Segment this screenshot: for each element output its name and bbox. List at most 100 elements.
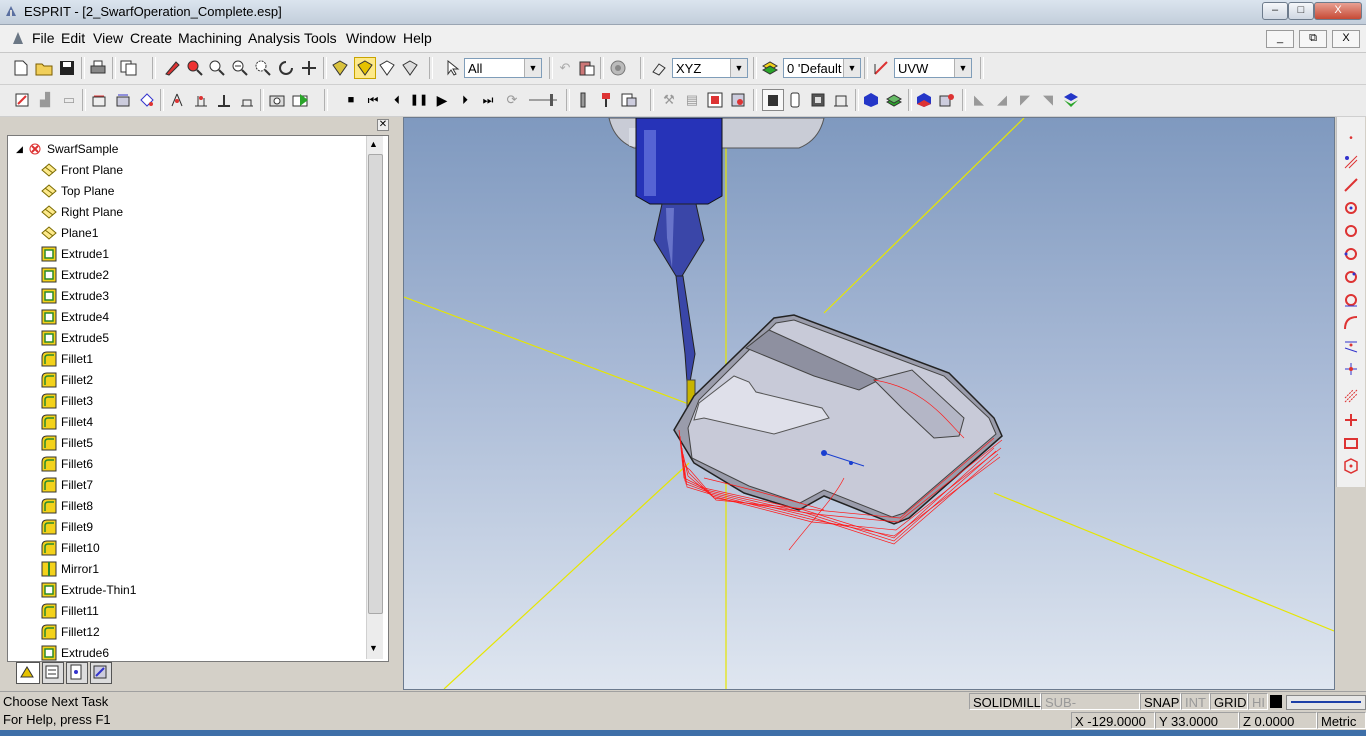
- zoom-out-icon[interactable]: [231, 59, 249, 77]
- zoom-window-icon[interactable]: [186, 59, 204, 77]
- tree-item[interactable]: Fillet2: [8, 370, 358, 391]
- operation-icon-1[interactable]: [13, 91, 31, 109]
- open-folder-icon[interactable]: [35, 59, 53, 77]
- mdi-restore-button[interactable]: ⧉: [1299, 30, 1327, 48]
- tool-holder-icon[interactable]: [597, 91, 615, 109]
- feature-icon-2[interactable]: ◢: [993, 91, 1011, 109]
- tree-item[interactable]: Extrude-Thin1: [8, 580, 358, 601]
- int-indicator[interactable]: INT: [1181, 693, 1210, 710]
- view-icon-4[interactable]: [832, 91, 850, 109]
- tree-item[interactable]: Fillet9: [8, 517, 358, 538]
- loop-icon[interactable]: ⟳: [503, 91, 521, 109]
- save-icon[interactable]: [58, 59, 76, 77]
- menu-edit[interactable]: Edit: [61, 30, 85, 46]
- machine-icon-4[interactable]: [729, 91, 747, 109]
- tree-item[interactable]: Extrude5: [8, 328, 358, 349]
- toolpath-icon-1[interactable]: [90, 91, 108, 109]
- fast-forward-icon[interactable]: ⏭: [479, 91, 497, 109]
- tree-item[interactable]: Fillet4: [8, 412, 358, 433]
- menu-help[interactable]: Help: [403, 30, 432, 46]
- print-icon[interactable]: [89, 59, 107, 77]
- circle-tangent2-icon[interactable]: [1342, 291, 1360, 309]
- pause-icon[interactable]: ❚❚: [410, 91, 428, 109]
- layers-icon[interactable]: [761, 59, 779, 77]
- hi-indicator[interactable]: HI: [1248, 693, 1268, 710]
- tree-item[interactable]: Fillet12: [8, 622, 358, 643]
- tree-item[interactable]: Fillet6: [8, 454, 358, 475]
- tree-item[interactable]: Fillet1: [8, 349, 358, 370]
- tree-item[interactable]: Top Plane: [8, 181, 358, 202]
- part-view-icon-1[interactable]: [862, 91, 880, 109]
- select-pen-icon[interactable]: [163, 59, 181, 77]
- menu-view[interactable]: View: [93, 30, 123, 46]
- toolpath-icon-2[interactable]: [114, 91, 132, 109]
- work-plane-icon[interactable]: [650, 59, 668, 77]
- view-icon-2[interactable]: [786, 91, 804, 109]
- pattern-icon[interactable]: [1342, 153, 1360, 171]
- tree-item[interactable]: Fillet3: [8, 391, 358, 412]
- color-swatch[interactable]: [1270, 695, 1282, 708]
- stop-icon[interactable]: ■: [342, 91, 360, 109]
- view-icon-3[interactable]: [809, 91, 827, 109]
- grid-indicator[interactable]: GRID: [1210, 693, 1248, 710]
- toolpath-display-icon[interactable]: [620, 91, 638, 109]
- selection-filter-dropdown[interactable]: All ▼: [464, 58, 542, 78]
- tool-display-icon[interactable]: [574, 91, 592, 109]
- graphics-viewport[interactable]: [403, 117, 1335, 690]
- scroll-down-icon[interactable]: ▼: [369, 643, 378, 653]
- menu-window[interactable]: Window: [346, 30, 396, 46]
- tree-item[interactable]: Extrude4: [8, 307, 358, 328]
- mdi-minimize-button[interactable]: _: [1266, 30, 1294, 48]
- arc-icon[interactable]: [1342, 314, 1360, 332]
- undo-icon[interactable]: ↶: [556, 59, 574, 77]
- stop-record-icon[interactable]: [609, 59, 627, 77]
- part-view-icon-2[interactable]: [885, 91, 903, 109]
- tool-icon-4[interactable]: [238, 91, 256, 109]
- machine-icon-1[interactable]: ⚒: [660, 91, 678, 109]
- tree-item[interactable]: Front Plane: [8, 160, 358, 181]
- tree-item[interactable]: Fillet8: [8, 496, 358, 517]
- segment-icon[interactable]: [1342, 337, 1360, 355]
- point-icon[interactable]: •: [1342, 130, 1360, 148]
- tab-operations[interactable]: [42, 662, 64, 684]
- document-icon[interactable]: [10, 30, 26, 46]
- tool-icon-3[interactable]: [215, 91, 233, 109]
- mode-indicator[interactable]: SOLIDMILL: [969, 693, 1041, 710]
- tab-project-manager[interactable]: [16, 662, 40, 684]
- menu-file[interactable]: File: [32, 30, 55, 46]
- snap-indicator[interactable]: SNAP: [1140, 693, 1181, 710]
- machine-icon-3[interactable]: [706, 91, 724, 109]
- toolpath-icon-3[interactable]: [138, 91, 156, 109]
- pan-icon[interactable]: [300, 59, 318, 77]
- copy-icon[interactable]: [120, 59, 138, 77]
- part-view-icon-3[interactable]: [915, 91, 933, 109]
- minimize-button[interactable]: –: [1262, 2, 1288, 20]
- pointer-icon[interactable]: [444, 59, 462, 77]
- close-button[interactable]: X: [1314, 2, 1362, 20]
- circle-tangent-icon[interactable]: [1342, 199, 1360, 217]
- circle-icon[interactable]: [1342, 222, 1360, 240]
- zoom-fit-icon[interactable]: [254, 59, 272, 77]
- tree-root[interactable]: ◢ SwarfSample: [8, 139, 358, 160]
- scroll-up-icon[interactable]: ▲: [369, 139, 378, 149]
- line-icon[interactable]: [1342, 176, 1360, 194]
- menu-tools[interactable]: Tools: [304, 30, 337, 46]
- mdi-close-button[interactable]: X: [1332, 30, 1360, 48]
- tree-item[interactable]: Right Plane: [8, 202, 358, 223]
- tab-features[interactable]: [66, 662, 88, 684]
- feature-icon-5[interactable]: [1062, 91, 1080, 109]
- hidden-line-icon[interactable]: [401, 59, 419, 77]
- shaded-icon[interactable]: [331, 59, 349, 77]
- tool-icon-2[interactable]: [192, 91, 210, 109]
- wireframe-icon[interactable]: [378, 59, 396, 77]
- rewind-icon[interactable]: ⏮: [364, 91, 382, 109]
- scrollbar-thumb[interactable]: [368, 154, 383, 614]
- tree-item[interactable]: Fillet7: [8, 475, 358, 496]
- tree-item[interactable]: Extrude1: [8, 244, 358, 265]
- new-file-icon[interactable]: [12, 59, 30, 77]
- tree-scrollbar[interactable]: ▲ ▼: [366, 136, 383, 659]
- tree-item[interactable]: Fillet11: [8, 601, 358, 622]
- play-icon[interactable]: ▶: [433, 91, 451, 109]
- circle-center-icon[interactable]: [1342, 268, 1360, 286]
- tree-item[interactable]: Fillet10: [8, 538, 358, 559]
